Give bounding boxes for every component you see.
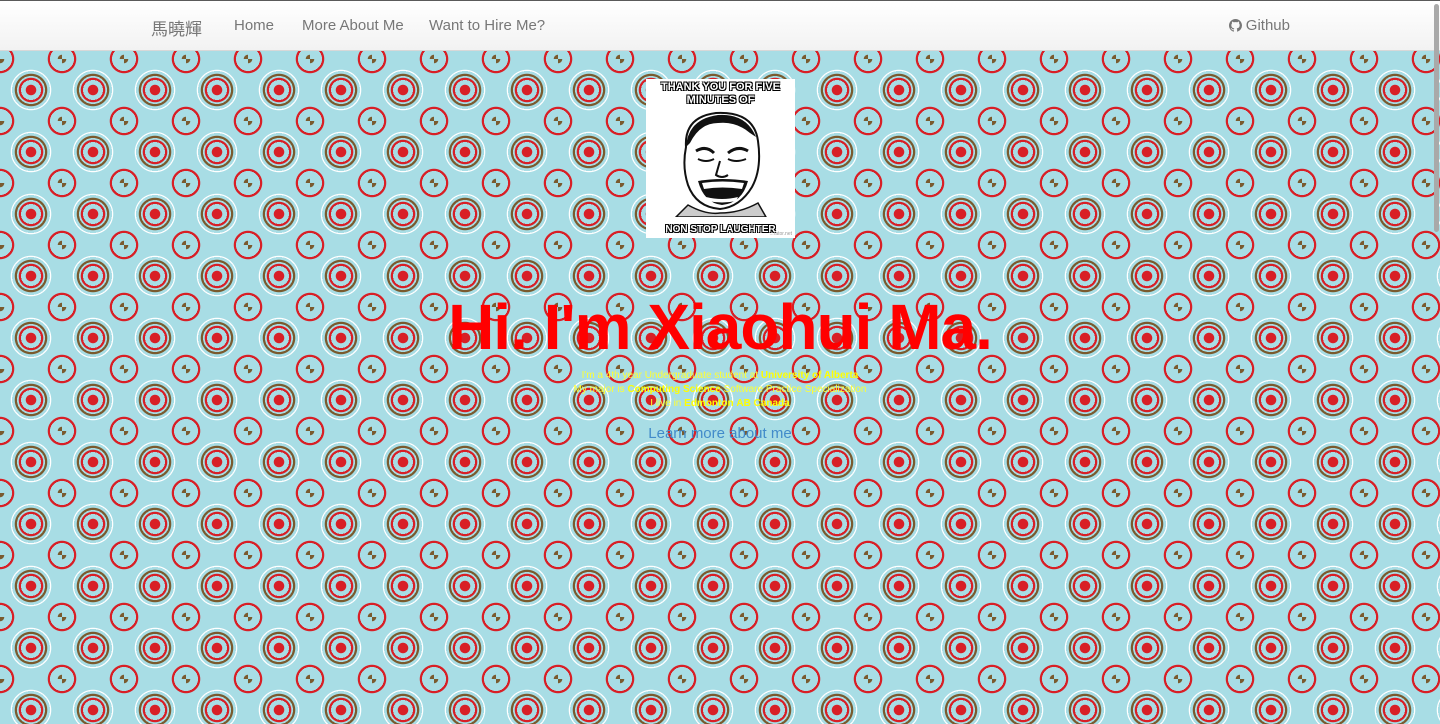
nav-more-about-me[interactable]: More About Me [302,17,404,34]
scrollbar-thumb[interactable] [1434,4,1439,232]
hero-intro: I'm a 4th year Undergraduate student at … [0,369,1440,411]
intro-line-2: My major is Computing Science Software P… [0,383,1440,397]
meme-top-text: THANK YOU FOR FIVE MINUTES OF [661,81,780,106]
intro-line-1: I'm a 4th year Undergraduate student at … [0,369,1440,383]
github-label: Github [1245,17,1290,34]
intro-line-3: I live in Edmonton AB Canada [0,397,1440,411]
intro-line-1-text: I'm a 4th year Undergraduate student at [581,370,761,381]
major-name: Computing Science [627,384,721,395]
province-country: AB Canada [736,398,790,409]
learn-more-link[interactable]: Learn more about me [0,425,1440,442]
github-link[interactable]: Github [1228,17,1290,34]
github-icon [1228,19,1242,32]
avatar-image: THANK YOU FOR FIVE MINUTES OF NON STOP L… [646,79,795,238]
hero-headline: Hi. I'm Xiaohui Ma. [448,291,993,363]
nav-home[interactable]: Home [234,17,274,34]
brand-logo[interactable]: 馬曉輝 [151,15,202,40]
university-name: University of Alberta [760,370,859,381]
meme-face-icon [674,111,767,217]
intro-line-3-text: I live in [650,398,685,409]
intro-line-2-text: My major is [573,384,628,395]
city-name: Edmonton [684,398,734,409]
meme-watermark: ...rator.net [769,231,792,237]
nav-want-to-hire-me[interactable]: Want to Hire Me? [429,17,545,34]
intro-line-2-suffix: Software Practice Specialization [720,384,867,395]
scrollbar[interactable] [1434,0,1440,724]
navbar: 馬曉輝 Home More About Me Want to Hire Me? … [0,0,1440,51]
